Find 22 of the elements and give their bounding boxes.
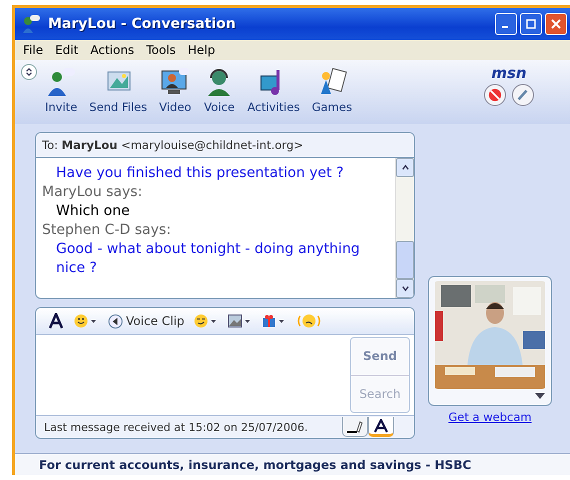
message-text: Which one (55, 202, 131, 221)
menu-item[interactable]: Tools (146, 43, 176, 57)
toolbar-button[interactable]: Voice (199, 64, 240, 116)
menu-item[interactable]: Actions (90, 43, 134, 57)
voice-clip-button[interactable]: Voice Clip (108, 314, 184, 328)
toolbar-button[interactable]: Games (308, 64, 356, 116)
msn-logo: msn (491, 64, 527, 82)
status-text: Last message received at 15:02 on 25/07/2006. (44, 420, 308, 434)
menu-item[interactable]: Help (188, 43, 216, 57)
sender-label: Stephen C-D says: (42, 221, 172, 240)
menu-item[interactable]: Edit (55, 43, 78, 57)
toolbar-button[interactable]: Invite (41, 64, 82, 116)
toolbar-button[interactable]: Video (155, 64, 196, 116)
sender-label: MaryLou says: (42, 183, 144, 202)
advertisement-banner[interactable]: For current accounts, insurance, mortgages and savings - HSBC (15, 453, 570, 475)
webcam-link[interactable]: Get a webcam (448, 410, 532, 424)
menu-item[interactable]: File (23, 43, 44, 57)
toolbar-button[interactable]: Send Files (85, 64, 152, 116)
window-title: MaryLou - Conversation (48, 16, 236, 32)
message-text: Have you finished this presentation yet ? (55, 164, 345, 183)
toolbar-button[interactable]: Activities (243, 64, 304, 116)
message-text: Good - what about tonight - doing anything nice ? (55, 240, 361, 278)
